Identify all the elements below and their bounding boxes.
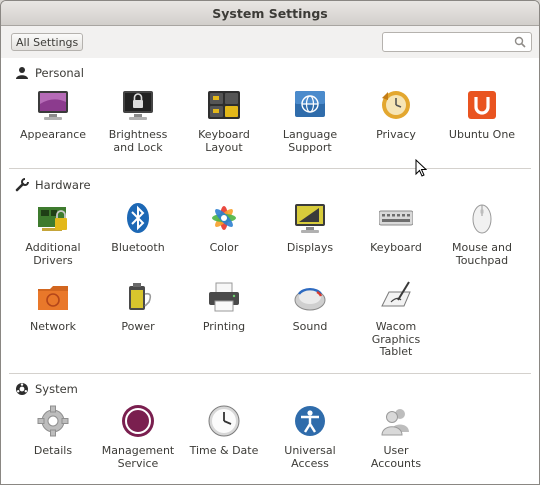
section-divider (9, 168, 531, 169)
color-item[interactable]: Color (181, 201, 267, 255)
brightness-lock-item[interactable]: Brightness and Lock (95, 88, 181, 154)
search-icon (514, 36, 526, 48)
additional-drivers-icon (38, 207, 67, 231)
item-label: Displays (286, 241, 334, 254)
printing-item[interactable]: Printing (181, 280, 267, 334)
keyboard-item[interactable]: Keyboard (353, 201, 439, 255)
item-label: Details (33, 444, 73, 457)
item-label: Color (209, 241, 239, 254)
section-hardware: Hardware (15, 178, 91, 192)
details-item[interactable]: Details (10, 404, 96, 458)
item-label: Power (121, 320, 155, 333)
printer-icon (209, 282, 239, 312)
item-label: Time & Date (189, 444, 259, 457)
keyboard-icon (379, 210, 413, 226)
displays-icon (295, 204, 325, 233)
appearance-icon (38, 91, 68, 120)
toolbar: All Settings (1, 26, 539, 58)
settings-content: Personal Appearance Brightness and Lock (1, 58, 539, 484)
section-system: System (15, 382, 78, 396)
section-title: System (35, 382, 78, 396)
window-title: System Settings (212, 5, 328, 21)
mouse-touchpad-icon (472, 204, 492, 234)
power-icon (129, 283, 152, 310)
item-label: Additional Drivers (25, 241, 81, 267)
mouse-touchpad-item[interactable]: Mouse and Touchpad (439, 201, 525, 267)
item-label: Ubuntu One (448, 128, 516, 141)
section-title: Hardware (35, 178, 91, 192)
bluetooth-icon (127, 203, 149, 233)
bluetooth-item[interactable]: Bluetooth (95, 201, 181, 255)
sound-icon (294, 288, 326, 311)
appearance-item[interactable]: Appearance (10, 88, 96, 142)
color-icon (212, 206, 236, 230)
clock-icon (208, 405, 240, 437)
details-gear-icon (37, 405, 69, 437)
item-label: Universal Access (284, 444, 336, 470)
item-label: Printing (202, 320, 246, 333)
ubuntu-one-item[interactable]: Ubuntu One (439, 88, 525, 142)
wacom-tablet-icon (381, 281, 411, 307)
system-settings-window: System Settings All Settings Personal Ap… (0, 0, 540, 485)
system-gear-icon (16, 383, 28, 395)
management-service-item[interactable]: Management Service (95, 404, 181, 470)
mouse-pointer-icon (415, 159, 427, 177)
item-label: Keyboard Layout (198, 128, 250, 154)
item-label: Network (30, 320, 76, 333)
network-icon (38, 286, 68, 310)
item-label: Management Service (101, 444, 175, 470)
wrench-icon (15, 178, 29, 192)
language-support-icon (295, 91, 325, 117)
item-label: Language Support (282, 128, 338, 154)
section-title: Personal (35, 66, 84, 80)
wacom-tablet-item[interactable]: Wacom Graphics Tablet (353, 280, 439, 359)
displays-item[interactable]: Displays (267, 201, 353, 255)
universal-access-item[interactable]: Universal Access (267, 404, 353, 470)
item-label: Keyboard (370, 241, 422, 254)
user-accounts-item[interactable]: User Accounts (353, 404, 439, 470)
item-label: Brightness and Lock (108, 128, 168, 154)
language-support-item[interactable]: Language Support (267, 88, 353, 154)
sound-item[interactable]: Sound (267, 280, 353, 334)
all-settings-button[interactable]: All Settings (11, 33, 84, 51)
person-icon (16, 67, 28, 79)
item-label: Wacom Graphics Tablet (371, 320, 421, 358)
additional-drivers-item[interactable]: Additional Drivers (10, 201, 96, 267)
brightness-lock-icon (123, 91, 153, 120)
keyboard-layout-icon (208, 91, 240, 119)
item-label: Mouse and Touchpad (452, 241, 512, 267)
keyboard-layout-item[interactable]: Keyboard Layout (181, 88, 267, 154)
management-service-icon (122, 405, 154, 437)
user-accounts-icon (381, 409, 409, 436)
item-label: Appearance (19, 128, 87, 141)
privacy-item[interactable]: Privacy (353, 88, 439, 142)
section-divider (9, 373, 531, 374)
privacy-icon (382, 91, 410, 119)
item-label: Sound (292, 320, 328, 333)
network-item[interactable]: Network (10, 280, 96, 334)
item-label: User Accounts (370, 444, 422, 470)
item-label: Bluetooth (111, 241, 165, 254)
time-date-item[interactable]: Time & Date (181, 404, 267, 458)
ubuntu-one-icon (468, 91, 496, 119)
universal-access-icon (295, 406, 325, 436)
section-personal: Personal (15, 66, 84, 80)
power-item[interactable]: Power (95, 280, 181, 334)
search-input[interactable] (382, 32, 532, 52)
title-bar: System Settings (1, 1, 539, 26)
item-label: Privacy (376, 128, 416, 141)
